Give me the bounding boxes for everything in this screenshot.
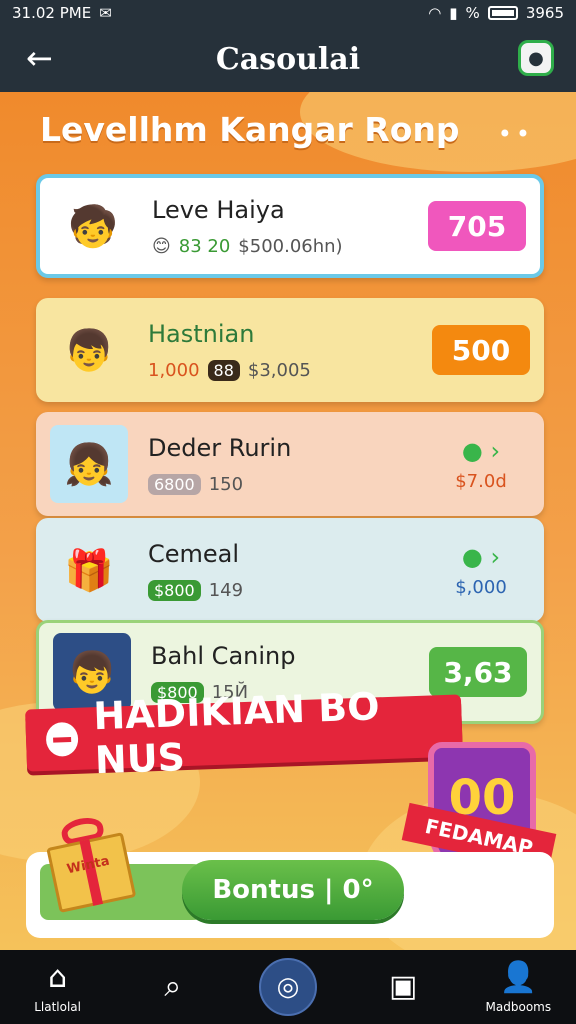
page-heading: Levellhm Kangar Ronp [40,110,460,149]
nav-box[interactable]: ▣ [355,969,451,1005]
card-stat-a: 83 20 [178,235,231,257]
character-thumbnail: 👦 [64,327,114,374]
treasure-chest-icon: 🎁 [64,547,114,594]
reward-button[interactable]: 500 [432,325,530,375]
minus-icon [45,721,79,757]
gift-box-icon: Winta [29,803,148,922]
nav-home[interactable]: ⌂ Llatlolal [10,960,106,1014]
card-pill: 88 [207,359,240,381]
main-content: Levellhm Kangar Ronp •• 🧒 Leve Haiya 😊 8… [0,92,576,950]
badge-icon: ● [528,47,544,69]
card-stat-b: $500.06hn) [238,235,343,257]
card-name: Cemeal [148,539,240,568]
status-time: 31.02 PME [12,4,92,22]
card-stat-b: $3,005 [247,359,311,381]
banner-text: HADIKIAN BO NUS [92,684,381,783]
level-card[interactable]: 🧒 Leve Haiya 😊 83 20 $500.06hn) 705 [36,174,544,278]
reward-value: $7.0d [455,470,507,492]
mail-icon: ✉ [99,4,112,22]
nav-chat[interactable]: ◎ [240,958,336,1016]
account-button[interactable]: ● [518,40,554,76]
person-icon: 👤 [499,960,538,995]
level-card[interactable]: 👧 Deder Rurin 6800 150 ● › $7.0d [36,412,544,516]
more-button[interactable]: •• [498,120,534,148]
level-card[interactable]: 👦 Hastnian 1,000 88 $3,005 500 [36,298,544,402]
nav-profile[interactable]: 👤 Madbooms [470,960,566,1014]
app-bar: ← Casoulai ● [0,26,576,92]
bottom-navigation: ⌂ Llatlolal ⌕ ◎ ▣ 👤 Madbooms [0,950,576,1024]
card-pill: 6800 [148,473,201,495]
nav-search[interactable]: ⌕ [125,969,221,1005]
card-pill: $800 [148,579,201,601]
battery-icon [487,6,518,20]
app-title: Casoulai [215,41,361,77]
character-thumbnail: 🧒 [54,187,132,265]
bonus-button[interactable]: Bontus | 0° [182,860,404,920]
wifi-icon: ◠ [428,4,442,22]
card-name: Hastnian [148,319,255,348]
signal-icon: ▮ [449,4,458,22]
status-percent: % [465,4,480,22]
card-stat-b: 149 [208,579,244,601]
search-icon: ⌕ [164,969,182,1004]
back-button[interactable]: ← [26,40,53,76]
character-thumbnail: 👧 [50,425,128,503]
card-stat-a: 1,000 [148,359,200,381]
reward-arrow-icon[interactable]: ● › [432,543,530,571]
status-bar: 31.02 PME ✉ ◠ ▮ % 3965 [0,0,576,26]
reward-arrow-icon[interactable]: ● › [432,437,530,465]
nav-label: Llatlolal [34,1000,81,1014]
reward-button[interactable]: 705 [428,201,526,251]
reward-value: $,000 [455,576,507,598]
card-name: Leve Haiya [152,195,285,224]
nav-label: Madbooms [485,1000,552,1014]
status-right-value: 3965 [525,4,564,22]
box-icon: ▣ [388,969,418,1004]
card-name: Bahl Caninp [151,641,296,670]
card-stat-b: 150 [208,473,244,495]
smile-icon: 😊 [152,235,171,257]
home-icon: ⌂ [48,960,68,995]
level-card[interactable]: 🎁 Cemeal $800 149 ● › $,000 [36,518,544,622]
chat-icon: ◎ [258,958,317,1016]
card-name: Deder Rurin [148,433,292,462]
